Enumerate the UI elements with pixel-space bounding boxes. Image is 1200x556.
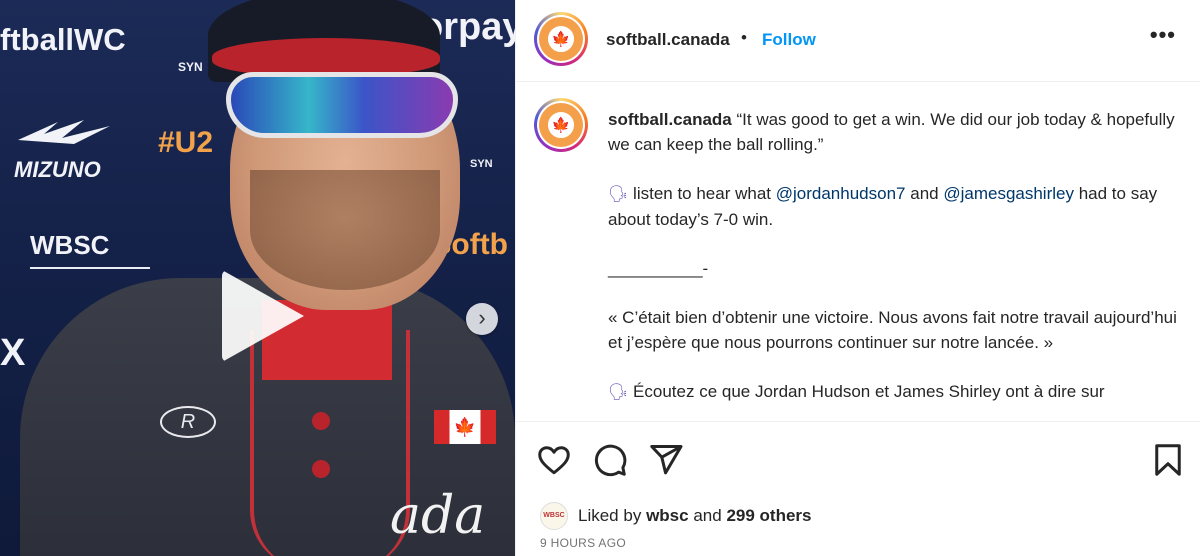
sponsor-text: X [0, 332, 26, 374]
likes-summary[interactable]: WBSC Liked by wbsc and 299 others [540, 502, 811, 530]
mention-link-jamesgashirley[interactable]: @jamesgashirley [943, 184, 1074, 203]
sponsor-text: #U2 [158, 126, 214, 159]
sponsor-logo-wbsc: WBSC [30, 230, 150, 269]
caption-author-avatar[interactable]: 🍁 [534, 98, 588, 152]
player-cap-brim [212, 38, 440, 76]
caption-text: listen to hear what [633, 184, 772, 203]
jersey-script-text: ada [390, 486, 486, 546]
post-timestamp[interactable]: 9 HOURS AGO [540, 536, 626, 550]
caption-quote-fr: « C’était bien d’obtenir une victoire. N… [608, 308, 1177, 352]
follow-button[interactable]: Follow [762, 30, 816, 50]
like-heart-icon[interactable] [536, 442, 572, 478]
post-actions: WBSC Liked by wbsc and 299 others 9 HOUR… [516, 421, 1200, 556]
liker-avatar[interactable]: WBSC [540, 502, 568, 530]
jersey-trim [250, 330, 410, 556]
likes-prefix: Liked by [578, 506, 642, 525]
author-username-link[interactable]: softball.canada [606, 30, 730, 50]
likes-others-link[interactable]: 299 others [726, 506, 811, 526]
jersey-button [312, 460, 330, 478]
caption-username-link[interactable]: softball.canada [608, 110, 732, 129]
sponsor-text: SYN [178, 60, 203, 74]
caption-text-fr-partial: Écoutez ce que Jordan Hudson et James Sh… [633, 382, 1105, 401]
sponsor-logo-mizuno: MIZUNO [14, 118, 114, 183]
canada-flag-icon: 🍁 [434, 410, 496, 444]
mention-link-jordanhudson7[interactable]: @jordanhudson7 [776, 184, 906, 203]
play-icon[interactable] [222, 270, 304, 362]
post-header: 🍁 softball.canada • Follow ••• [516, 0, 1200, 82]
speaking-head-icon: 🗣 [608, 384, 629, 401]
caption-text: and [910, 184, 939, 203]
more-options-icon[interactable]: ••• [1150, 22, 1176, 48]
likes-and: and [693, 506, 722, 525]
next-slide-button[interactable]: › [466, 303, 498, 335]
caption-scroll-area[interactable]: 🍁 softball.canada “It was good to get a … [516, 83, 1200, 421]
maple-leaf-icon: 🍁 [547, 111, 575, 139]
speaking-head-icon: 🗣 [608, 186, 629, 203]
caption-divider: __________- [608, 259, 709, 278]
maple-leaf-icon: 🍁 [547, 25, 575, 53]
jersey-button [312, 412, 330, 430]
separator-dot: • [741, 28, 747, 47]
rawlings-logo: R [160, 406, 216, 438]
sponsor-text: SYN [470, 158, 493, 170]
comment-bubble-icon[interactable] [592, 442, 628, 478]
author-avatar[interactable]: 🍁 [534, 12, 588, 66]
mizuno-runbird-icon [18, 120, 110, 144]
liker-username-link[interactable]: wbsc [646, 506, 689, 526]
post-details-panel: 🍁 softball.canada • Follow ••• 🍁 softbal… [515, 0, 1200, 556]
player-sunglasses [226, 72, 458, 138]
save-bookmark-icon[interactable] [1150, 442, 1186, 478]
share-send-icon[interactable] [648, 442, 684, 478]
post-caption: softball.canada “It was good to get a wi… [608, 107, 1178, 421]
sponsor-text: ftballWC [0, 22, 126, 57]
post-video[interactable]: ftballWC orpay SYN MIZUNO #U2 SYN WBSC 2… [0, 0, 515, 556]
